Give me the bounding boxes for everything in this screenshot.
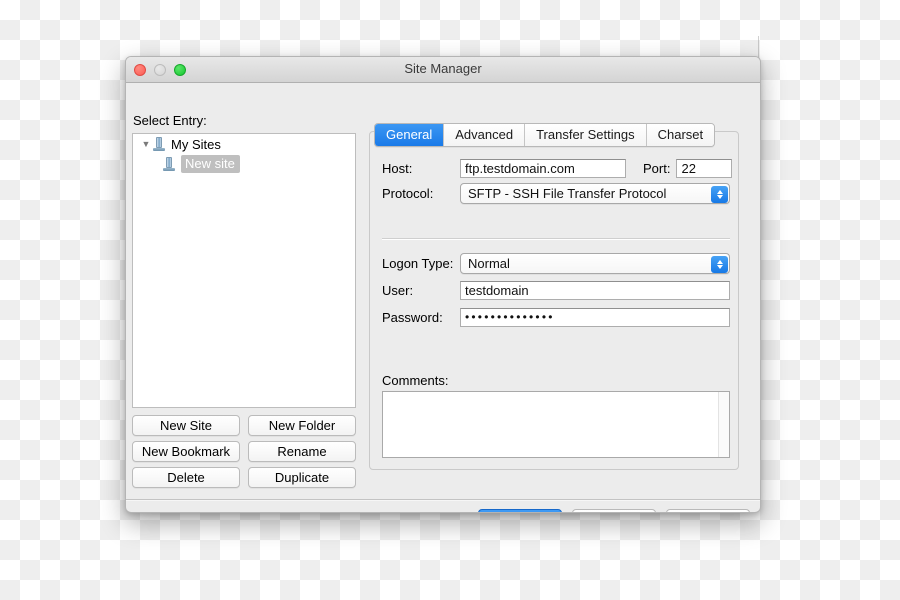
host-input[interactable]: ftp.testdomain.com xyxy=(460,159,626,178)
dialog-titlebar: Site Manager xyxy=(126,57,760,83)
user-input[interactable]: testdomain xyxy=(460,281,730,300)
port-input[interactable]: 22 xyxy=(676,159,733,178)
comments-textarea[interactable] xyxy=(382,391,730,458)
chevron-down-icon xyxy=(716,265,723,269)
server-icon xyxy=(153,137,165,151)
footer-separator xyxy=(126,499,760,501)
comments-scrollbar[interactable] xyxy=(718,392,729,457)
logon-type-select[interactable]: Normal xyxy=(460,253,730,274)
new-bookmark-button[interactable]: New Bookmark xyxy=(132,441,240,462)
screenshot-canvas: Site Manager Select Entry: ▼ My Sites Ne… xyxy=(0,0,900,600)
chevron-up-icon xyxy=(716,260,723,264)
site-manager-dialog: Site Manager Select Entry: ▼ My Sites Ne… xyxy=(125,56,761,513)
disclosure-triangle-icon[interactable]: ▼ xyxy=(139,139,153,149)
port-label: Port: xyxy=(643,161,671,176)
rename-button[interactable]: Rename xyxy=(248,441,356,462)
user-row: User: testdomain xyxy=(382,281,730,300)
user-label: User: xyxy=(382,283,414,298)
protocol-row: Protocol: SFTP - SSH File Transfer Proto… xyxy=(382,183,730,204)
site-tree[interactable]: ▼ My Sites New site xyxy=(132,133,356,408)
password-input[interactable]: •••••••••••••• xyxy=(460,308,730,327)
password-label: Password: xyxy=(382,310,443,325)
dialog-body: Select Entry: ▼ My Sites New site New Si… xyxy=(126,83,760,512)
protocol-select[interactable]: SFTP - SSH File Transfer Protocol xyxy=(460,183,730,204)
tab-general[interactable]: General xyxy=(375,124,445,146)
tree-item-my-sites[interactable]: ▼ My Sites xyxy=(133,134,355,154)
logon-type-row: Logon Type: Normal xyxy=(382,253,730,274)
site-tree-actions: New Site New Folder New Bookmark Rename … xyxy=(132,415,356,488)
tab-transfer-settings[interactable]: Transfer Settings xyxy=(525,124,647,146)
chevron-updown-icon[interactable] xyxy=(711,256,728,273)
ok-button[interactable]: OK xyxy=(572,509,656,512)
chevron-up-icon xyxy=(716,190,723,194)
protocol-selected-value: SFTP - SSH File Transfer Protocol xyxy=(468,186,667,201)
tab-advanced[interactable]: Advanced xyxy=(444,124,526,146)
comments-label: Comments: xyxy=(382,373,449,388)
chevron-down-icon xyxy=(716,195,723,199)
select-entry-label: Select Entry: xyxy=(133,113,207,128)
tree-item-label: My Sites xyxy=(171,136,221,152)
site-icon xyxy=(163,157,175,171)
cancel-button[interactable]: Cancel xyxy=(666,509,750,512)
tab-charset[interactable]: Charset xyxy=(646,124,715,146)
tab-bar: General Advanced Transfer Settings Chars… xyxy=(374,123,716,147)
protocol-label: Protocol: xyxy=(382,186,434,201)
host-row: Host: ftp.testdomain.com Port: 22 xyxy=(382,159,733,178)
window-title: Site Manager xyxy=(404,61,482,76)
chevron-updown-icon[interactable] xyxy=(711,186,728,203)
logon-type-label: Logon Type: xyxy=(382,256,454,271)
tree-item-new-site[interactable]: New site xyxy=(133,154,355,174)
logon-type-selected-value: Normal xyxy=(468,256,510,271)
tree-item-label: New site xyxy=(181,155,240,173)
connect-button[interactable]: Connect xyxy=(478,509,562,512)
delete-button[interactable]: Delete xyxy=(132,467,240,488)
duplicate-button[interactable]: Duplicate xyxy=(248,467,356,488)
password-row: Password: •••••••••••••• xyxy=(382,308,730,327)
new-folder-button[interactable]: New Folder xyxy=(248,415,356,436)
new-site-button[interactable]: New Site xyxy=(132,415,240,436)
footer-buttons: Connect OK Cancel xyxy=(478,509,750,512)
host-label: Host: xyxy=(382,161,413,176)
panel-separator xyxy=(382,238,730,240)
